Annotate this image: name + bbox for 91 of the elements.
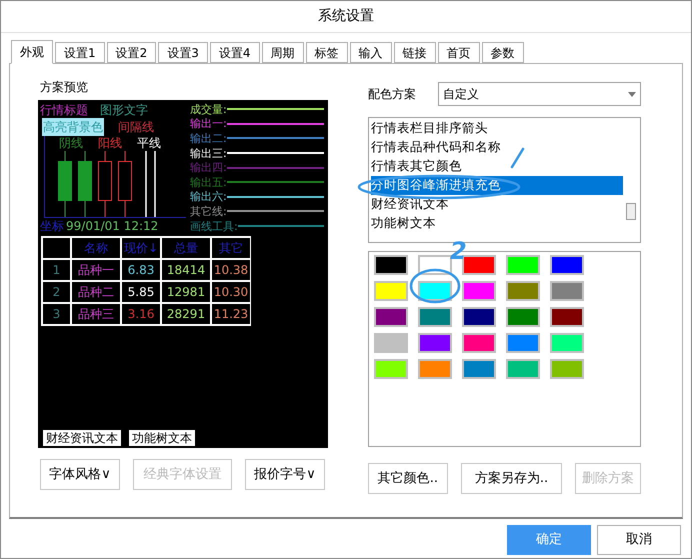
tab[interactable]: 设置1	[55, 42, 105, 63]
price-text: 3.16	[128, 306, 154, 323]
legend-label: 输出二:	[190, 132, 227, 144]
color-swatch[interactable]	[374, 333, 408, 353]
push-button[interactable]: 方案另存为..	[460, 463, 562, 494]
preview-text: 图形文字	[100, 102, 148, 119]
legend-label: 输出三:	[190, 148, 227, 159]
list-item[interactable]: 行情表其它颜色	[371, 157, 623, 176]
axis-time: 99/01/01 12:12	[66, 218, 158, 235]
column-header: 其它	[211, 237, 251, 259]
column-header: 名称	[71, 237, 121, 259]
legend-label: 输出五:	[190, 176, 227, 188]
color-swatch[interactable]	[506, 281, 540, 301]
push-button[interactable]: 字体风格∨	[40, 459, 120, 490]
preview-label: 方案预览	[40, 79, 89, 96]
table-cell: 11.23	[211, 303, 251, 325]
color-swatch[interactable]	[550, 307, 584, 327]
legend-label: 成交量:	[190, 104, 227, 115]
legend-label: 其它线:	[190, 206, 227, 217]
color-swatch[interactable]	[374, 359, 408, 379]
highlight-text: 高亮背景色	[42, 118, 104, 136]
color-swatch[interactable]	[550, 333, 584, 353]
list-item[interactable]: 功能树文本	[371, 214, 623, 233]
color-swatch[interactable]	[374, 255, 408, 275]
color-swatch[interactable]	[418, 359, 452, 379]
tab[interactable]: 链接	[394, 42, 436, 63]
tab[interactable]: 外观	[11, 40, 53, 64]
candle-label: 平线	[137, 134, 161, 152]
tab[interactable]: 设置2	[106, 42, 156, 63]
color-swatch[interactable]	[506, 359, 540, 379]
color-swatch[interactable]	[506, 333, 540, 353]
tab[interactable]: 设置3	[158, 42, 208, 63]
column-header: 总量	[161, 237, 211, 259]
scrollbar-thumb[interactable]	[626, 203, 636, 220]
column-header: 现价↓	[121, 237, 161, 259]
pen-stroke	[509, 147, 525, 169]
annotation-mark: 2	[450, 239, 467, 263]
table-cell: 品种二	[71, 281, 121, 303]
color-swatch[interactable]	[550, 255, 584, 275]
table-cell: 品种三	[71, 303, 121, 325]
scheme-label: 配色方案	[368, 86, 417, 103]
color-swatch[interactable]	[374, 281, 408, 301]
table-cell: 品种一	[71, 259, 121, 281]
color-swatch[interactable]	[418, 281, 452, 301]
tab[interactable]: 设置4	[210, 42, 260, 63]
axis-label: 坐标	[40, 218, 64, 235]
table-cell: 18414	[161, 259, 211, 281]
color-swatch[interactable]	[506, 307, 540, 327]
table-cell: 28291	[161, 303, 211, 325]
color-swatch[interactable]	[462, 359, 496, 379]
sample-text: 财经资讯文本	[43, 430, 121, 446]
tab[interactable]: 周期	[262, 42, 304, 63]
table-cell: 10.38	[211, 259, 251, 281]
color-swatch[interactable]	[462, 333, 496, 353]
table-cell: 3	[42, 303, 71, 325]
legend-label: 画线工具:	[190, 220, 238, 232]
color-swatch[interactable]	[462, 281, 496, 301]
legend-label: 输出四:	[190, 162, 227, 174]
color-swatch[interactable]	[462, 307, 496, 327]
annotation-ellipse	[409, 268, 461, 304]
table-cell: 10.30	[211, 281, 251, 303]
color-swatch[interactable]	[550, 281, 584, 301]
list-item[interactable]: 行情表栏目排序箭头	[371, 119, 623, 138]
table-cell: 2	[42, 281, 71, 303]
list-item[interactable]: 行情表品种代码和名称	[371, 138, 623, 157]
dropdown-caret-icon	[628, 92, 636, 96]
push-button[interactable]: 其它颜色..	[368, 463, 448, 494]
legend-label: 输出六:	[190, 191, 227, 202]
price-text: 5.85	[128, 284, 154, 301]
color-swatch[interactable]	[374, 307, 408, 327]
preview-text: 行情标题	[40, 102, 88, 119]
tab[interactable]: 参数	[482, 42, 524, 63]
sample-text: 功能树文本	[129, 430, 195, 446]
price-text: 6.83	[128, 262, 154, 279]
color-swatch[interactable]	[418, 307, 452, 327]
tab[interactable]: 输入	[350, 42, 392, 63]
candle-label: 阳线	[98, 134, 122, 152]
scheme-dropdown[interactable]: 自定义	[438, 82, 641, 106]
color-swatch[interactable]	[506, 255, 540, 275]
push-button[interactable]: 报价字号∨	[245, 459, 325, 490]
tab[interactable]: 首页	[438, 42, 480, 63]
dialog-button[interactable]: 取消	[597, 525, 681, 555]
table-cell: 12981	[161, 281, 211, 303]
preview-text: 间隔线	[118, 118, 154, 136]
table-cell: 1	[42, 259, 71, 281]
tab[interactable]: 标签	[306, 42, 348, 63]
color-swatch[interactable]	[418, 333, 452, 353]
color-swatch[interactable]	[550, 359, 584, 379]
window-title: 系统设置	[1, 1, 691, 33]
legend-label: 输出一:	[190, 118, 227, 130]
candle-label: 阴线	[59, 134, 83, 152]
